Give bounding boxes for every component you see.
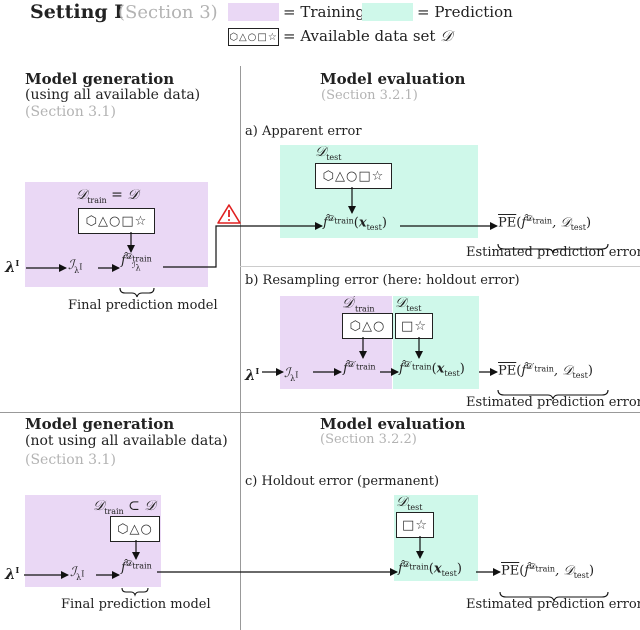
connector-layer <box>24 187 609 602</box>
bottom-model-brace <box>121 587 149 597</box>
top-model-brace <box>119 287 155 298</box>
warning-triangle-icon <box>217 204 241 224</box>
c-pe-brace <box>499 591 609 602</box>
b-pe-brace <box>497 389 609 400</box>
a-pe-brace <box>497 243 609 254</box>
top-arrow-model-to-a <box>163 222 323 268</box>
